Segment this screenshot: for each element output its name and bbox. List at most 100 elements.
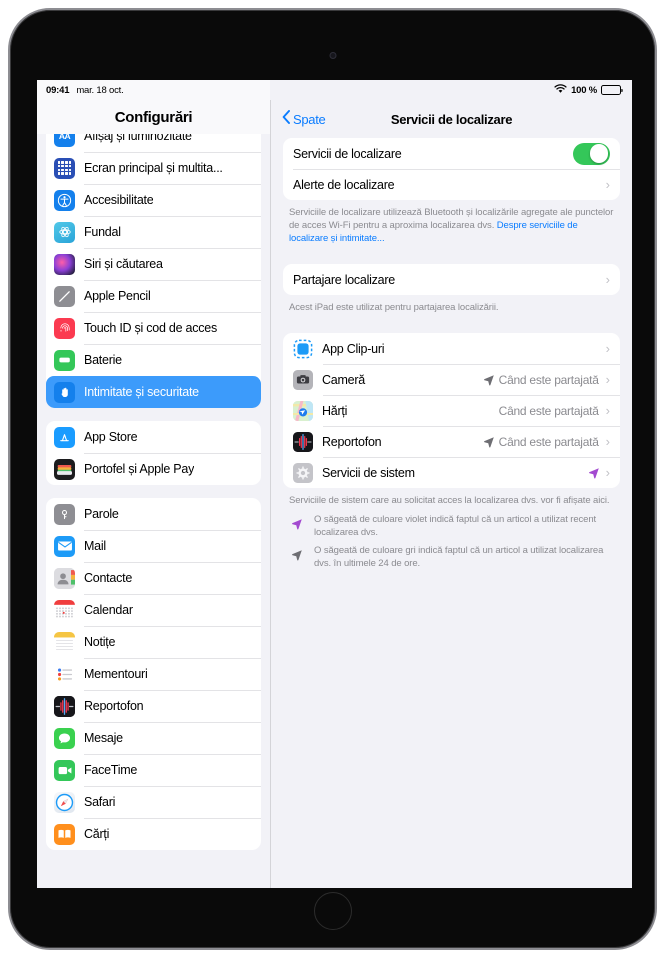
sidebar-item-label: Reportofon [84,699,144,713]
status-date: mar. 18 oct. [76,84,124,96]
sidebar-item-fundal[interactable]: Fundal [46,216,261,248]
sidebar-item-label: Touch ID și cod de acces [84,321,217,335]
wallpaper-icon [54,221,75,243]
sidebar-item-portofel-i-apple-pay[interactable]: Portofel și Apple Pay [46,453,261,485]
sidebar-item-label: Apple Pencil [84,289,151,303]
camera-icon [293,369,313,390]
sidebar-item-siri-i-c-utarea[interactable]: Siri și căutarea [46,248,261,280]
location-arrow-icon [483,436,495,448]
mail-icon [54,535,75,557]
sidebar-item-calendar[interactable]: Calendar [46,594,261,626]
sidebar-item-label: Intimitate și securitate [84,385,199,399]
app-row-servicii-de-sistem[interactable]: Servicii de sistem › [283,457,620,488]
sidebar-item-reportofon[interactable]: Reportofon [46,690,261,722]
app-label: Hărți [322,403,348,418]
legend-item-purple: O săgeată de culoare violet indică faptu… [283,508,620,539]
touch-id-icon [54,317,75,339]
app-row-reportofon[interactable]: Reportofon Când este partajată › [283,426,620,457]
wallet-icon [54,458,75,480]
sidebar-item-label: Cărți [84,827,110,841]
sidebar-scroll-area[interactable]: AA Afișaj și luminozitate Ecran principal … [37,120,270,888]
chevron-right-icon: › [605,434,610,450]
sidebar-header: Configurări [37,100,270,134]
app-clips-icon [293,338,313,359]
status-bar-left: 09:41 mar. 18 oct. [37,80,270,100]
chevron-right-icon: › [605,272,610,288]
detail-header: Spate Servicii de localizare [271,100,632,138]
passwords-key-icon [54,503,75,525]
home-screen-icon [54,157,75,179]
status-time: 09:41 [46,84,70,96]
app-label: App Clip-uri [322,341,385,356]
sidebar-item-apple-pencil[interactable]: Apple Pencil [46,280,261,312]
app-store-icon [54,426,75,448]
location-sharing-row[interactable]: Partajare localizare › [283,264,620,295]
sidebar-item-label: Mementouri [84,667,148,681]
sidebar-item-noti-e[interactable]: Notițe [46,626,261,658]
sidebar-item-label: FaceTime [84,763,138,777]
location-services-label: Servicii de localizare [293,146,402,161]
safari-icon [54,791,75,813]
app-row-camer[interactable]: Cameră Când este partajată › [283,364,620,395]
sidebar-item-safari[interactable]: Safari [46,786,261,818]
chevron-right-icon: › [605,372,610,388]
battery-full-icon [601,85,623,95]
location-alerts-row[interactable]: Alerte de localizare › [283,169,620,200]
legend-text: O săgeată de culoare violet indică faptu… [314,513,597,538]
sidebar-group-0: AA Afișaj și luminozitate Ecran principal … [46,120,261,408]
chevron-right-icon: › [605,341,610,357]
sidebar-item-label: Mesaje [84,731,123,745]
sidebar-group-2: Parole Mail Contacte Calendar Notițe Mementou… [46,498,261,850]
chevron-right-icon: › [605,177,610,192]
sidebar-item-label: Portofel și Apple Pay [84,462,195,476]
back-button[interactable]: Spate [271,109,326,129]
app-row-h-r-i[interactable]: Hărți Când este partajată › [283,395,620,426]
sidebar-item-label: Ecran principal și multita... [84,161,223,175]
notes-icon [54,631,75,653]
contacts-icon [54,567,75,589]
chevron-left-icon [282,109,290,129]
app-permission-value: Când este partajată [498,403,599,418]
sidebar-item-ecran-principal-i-multita[interactable]: Ecran principal și multita... [46,152,261,184]
sidebar-item-label: Accesibilitate [84,193,154,207]
location-services-toggle[interactable] [573,142,610,165]
location-services-footnote: Serviciile de localizare utilizează Blue… [283,200,620,245]
sidebar-item-baterie[interactable]: Baterie [46,344,261,376]
sidebar-item-mesaje[interactable]: Mesaje [46,722,261,754]
sidebar-item-mail[interactable]: Mail [46,530,261,562]
sidebar-item-accesibilitate[interactable]: Accesibilitate [46,184,261,216]
home-button[interactable] [313,892,352,930]
app-row-app-clip-uri[interactable]: App Clip-uri › [283,333,620,364]
sidebar-item-intimitate-i-securitate[interactable]: Intimitate și securitate [46,376,261,408]
sidebar-item-mementouri[interactable]: Mementouri [46,658,261,690]
location-arrow-icon [483,374,495,386]
battery-icon [54,349,75,371]
sidebar-item-label: Calendar [84,603,133,617]
settings-sidebar: Configurări AA Afișaj și luminozitate Ecra… [37,100,270,888]
sidebar-item-contacte[interactable]: Contacte [46,562,261,594]
location-arrow-icon [291,544,307,564]
messages-icon [54,727,75,749]
sidebar-item-facetime[interactable]: FaceTime [46,754,261,786]
accessibility-icon [54,189,75,211]
location-services-card: Servicii de localizare Alerte de localiz… [283,138,620,200]
chevron-right-icon: › [605,403,610,419]
sidebar-item-app-store[interactable]: App Store [46,421,261,453]
maps-icon [293,400,313,421]
sidebar-item-c-r-i[interactable]: Cărți [46,818,261,850]
front-camera-icon [329,52,336,59]
sidebar-item-touch-id-i-cod-de-acces[interactable]: Touch ID și cod de acces [46,312,261,344]
legend-item-gray: O săgeată de culoare gri indică faptul c… [283,539,620,570]
sidebar-item-parole[interactable]: Parole [46,498,261,530]
sidebar-group-1: App Store Portofel și Apple Pay [46,421,261,485]
sidebar-item-label: Safari [84,795,116,809]
location-services-toggle-row[interactable]: Servicii de localizare [283,138,620,169]
status-bar-right: 100 % [270,80,632,100]
sidebar-item-label: Notițe [84,635,116,649]
books-icon [54,823,75,845]
location-sharing-card: Partajare localizare › [283,264,620,296]
voice-memos-icon [54,695,75,717]
voice-memos-icon [293,431,313,452]
facetime-icon [54,759,75,781]
location-arrow-icon [291,518,303,530]
